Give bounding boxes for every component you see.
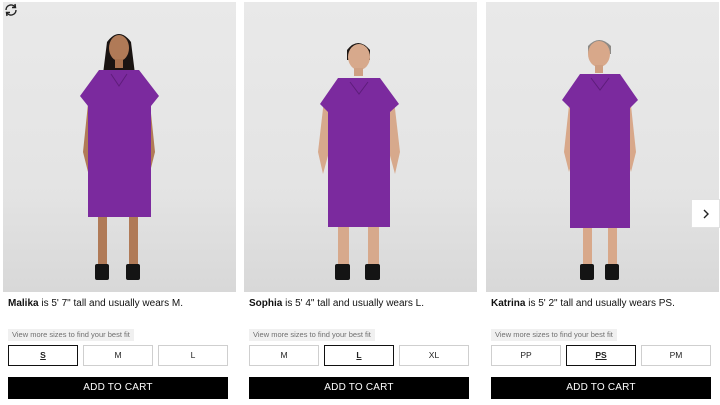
model-name: Sophia [249,298,283,309]
carousel-next-button[interactable] [691,199,720,228]
size-option-pp[interactable]: PP [491,345,561,366]
model-caption: Sophia is 5' 4" tall and usually wears L… [249,297,477,310]
model-caption: Malika is 5' 7" tall and usually wears M… [8,297,236,310]
size-option-pm[interactable]: PM [641,345,711,366]
size-option-ps[interactable]: PS [566,345,636,366]
model-name: Malika [8,298,39,309]
view-more-sizes-link[interactable]: View more sizes to find your best fit [8,329,134,341]
chevron-right-icon [703,209,709,219]
model-name: Katrina [491,298,526,309]
model-figure [80,34,159,280]
model-photo[interactable] [486,2,719,292]
model-photo[interactable] [3,2,236,292]
size-option-m[interactable]: M [249,345,319,366]
model-fit-text: is 5' 7" tall and usually wears M. [38,298,183,309]
model-card-malika: Malika is 5' 7" tall and usually wears M… [3,0,236,405]
size-option-l[interactable]: L [158,345,228,366]
add-to-cart-button[interactable]: ADD TO CART [249,377,469,399]
model-fit-text: is 5' 2" tall and usually wears PS. [525,298,675,309]
model-figure [562,40,638,280]
model-card-katrina: Katrina is 5' 2" tall and usually wears … [486,0,719,405]
rotate-icon[interactable] [3,2,19,18]
view-more-sizes-link[interactable]: View more sizes to find your best fit [491,329,617,341]
add-to-cart-button[interactable]: ADD TO CART [491,377,711,399]
size-option-s[interactable]: S [8,345,78,366]
size-option-m[interactable]: M [83,345,153,366]
size-option-l[interactable]: L [324,345,394,366]
model-photo[interactable] [244,2,477,292]
model-figure [318,43,400,280]
size-selector: PP PS PM [491,345,713,366]
size-selector: M L XL [249,345,471,366]
view-more-sizes-link[interactable]: View more sizes to find your best fit [249,329,375,341]
add-to-cart-button[interactable]: ADD TO CART [8,377,228,399]
size-option-xl[interactable]: XL [399,345,469,366]
product-carousel: Malika is 5' 7" tall and usually wears M… [0,0,720,405]
model-fit-text: is 5' 4" tall and usually wears L. [282,298,424,309]
model-card-sophia: Sophia is 5' 4" tall and usually wears L… [244,0,477,405]
size-selector: S M L [8,345,230,366]
model-caption: Katrina is 5' 2" tall and usually wears … [491,297,719,310]
